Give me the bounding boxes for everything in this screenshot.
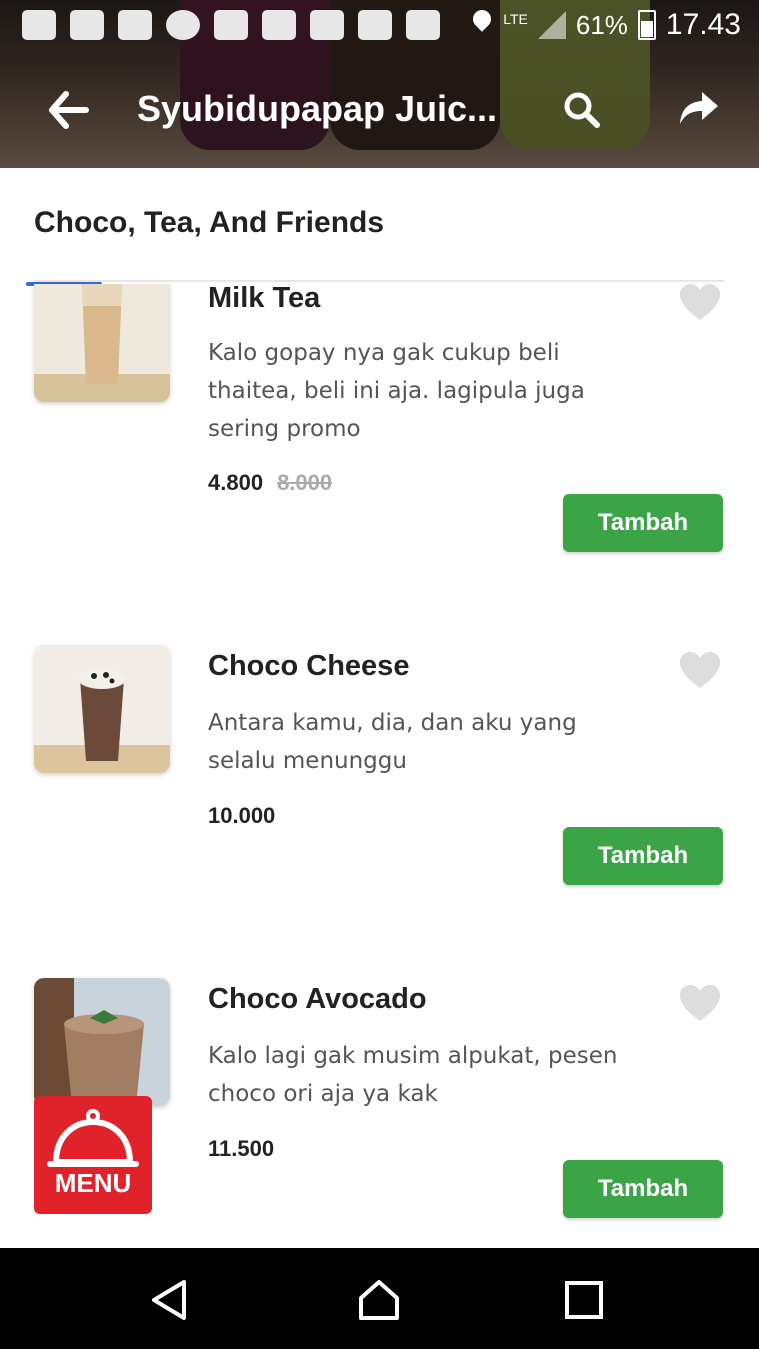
network-type: LTE xyxy=(503,11,528,27)
battery-percent: 61% xyxy=(575,9,628,40)
back-button[interactable] xyxy=(44,88,94,132)
heart-icon xyxy=(680,652,720,688)
header-banner: LTE 61% 17.43 Syubidupapap Juic... xyxy=(0,0,759,168)
store-notification-icon xyxy=(406,10,440,40)
item-price: 10.000 xyxy=(208,803,275,829)
home-icon xyxy=(359,1280,399,1320)
choco-avocado-image xyxy=(34,978,170,1106)
share-icon xyxy=(680,92,718,124)
menu-label: MENU xyxy=(54,1168,132,1198)
triangle-back-icon xyxy=(152,1280,186,1320)
original-price: 8.000 xyxy=(277,470,333,495)
item-name: Choco Avocado xyxy=(208,983,427,1015)
item-price: 11.500 xyxy=(208,1136,274,1162)
add-to-cart-button[interactable]: Tambah xyxy=(563,1160,723,1218)
product-image[interactable] xyxy=(34,645,170,773)
item-description: Kalo gopay nya gak cukup beli thaitea, b… xyxy=(208,340,585,442)
item-description: Antara kamu, dia, dan aku yang selalu me… xyxy=(208,710,577,774)
navigation-bar xyxy=(0,1248,759,1349)
status-bar: LTE 61% 17.43 xyxy=(0,0,759,52)
signal-icon xyxy=(537,11,566,39)
product-image[interactable] xyxy=(34,284,170,402)
nav-back-button[interactable] xyxy=(148,1278,192,1322)
current-price: 4.800 xyxy=(208,470,264,495)
item-name: Milk Tea xyxy=(208,282,321,314)
search-button[interactable] xyxy=(560,88,604,132)
cloche-icon xyxy=(47,1109,139,1167)
current-price: 10.000 xyxy=(208,803,276,828)
message-notification-icon xyxy=(118,10,152,40)
heart-icon xyxy=(680,284,720,320)
page-title: Syubidupapap Juic... xyxy=(137,88,498,129)
mail-icon xyxy=(310,10,344,40)
shopping-bag-icon xyxy=(214,10,248,40)
category-title: Choco, Tea, And Friends xyxy=(34,206,385,239)
item-price: 4.800 8.000 xyxy=(208,470,332,496)
nav-home-button[interactable] xyxy=(357,1278,401,1322)
store-notification-icon xyxy=(358,10,392,40)
shop-notification-icon xyxy=(70,10,104,40)
battery-icon xyxy=(637,10,656,40)
location-icon xyxy=(471,10,493,40)
favorite-button[interactable] xyxy=(678,650,722,690)
store-notification-icon xyxy=(262,10,296,40)
clock: 17.43 xyxy=(665,8,741,41)
menu-button[interactable]: MENU xyxy=(34,1096,152,1214)
app-notification-icon xyxy=(166,10,200,40)
item-name: Choco Cheese xyxy=(208,650,410,682)
search-icon xyxy=(564,92,600,128)
share-button[interactable] xyxy=(676,88,722,132)
heart-icon xyxy=(680,985,720,1021)
milk-tea-image xyxy=(34,284,170,402)
choco-cheese-image xyxy=(34,645,170,773)
square-recents-icon xyxy=(565,1281,603,1319)
category-section: Choco, Tea, And Friends xyxy=(0,168,759,282)
divider xyxy=(34,280,724,282)
nav-recents-button[interactable] xyxy=(562,1278,606,1322)
product-image[interactable] xyxy=(34,978,170,1106)
favorite-button[interactable] xyxy=(678,282,722,322)
add-to-cart-button[interactable]: Tambah xyxy=(563,827,723,885)
current-price: 11.500 xyxy=(208,1136,275,1161)
add-to-cart-button[interactable]: Tambah xyxy=(563,494,723,552)
favorite-button[interactable] xyxy=(678,983,722,1023)
notification-icons xyxy=(22,10,440,40)
system-status: LTE 61% 17.43 xyxy=(471,8,741,42)
item-description: Kalo lagi gak musim alpukat, pesen choco… xyxy=(208,1043,618,1107)
back-arrow-icon xyxy=(49,91,89,129)
toolbar: Syubidupapap Juic... xyxy=(0,70,759,150)
chat-notification-icon xyxy=(22,10,56,40)
